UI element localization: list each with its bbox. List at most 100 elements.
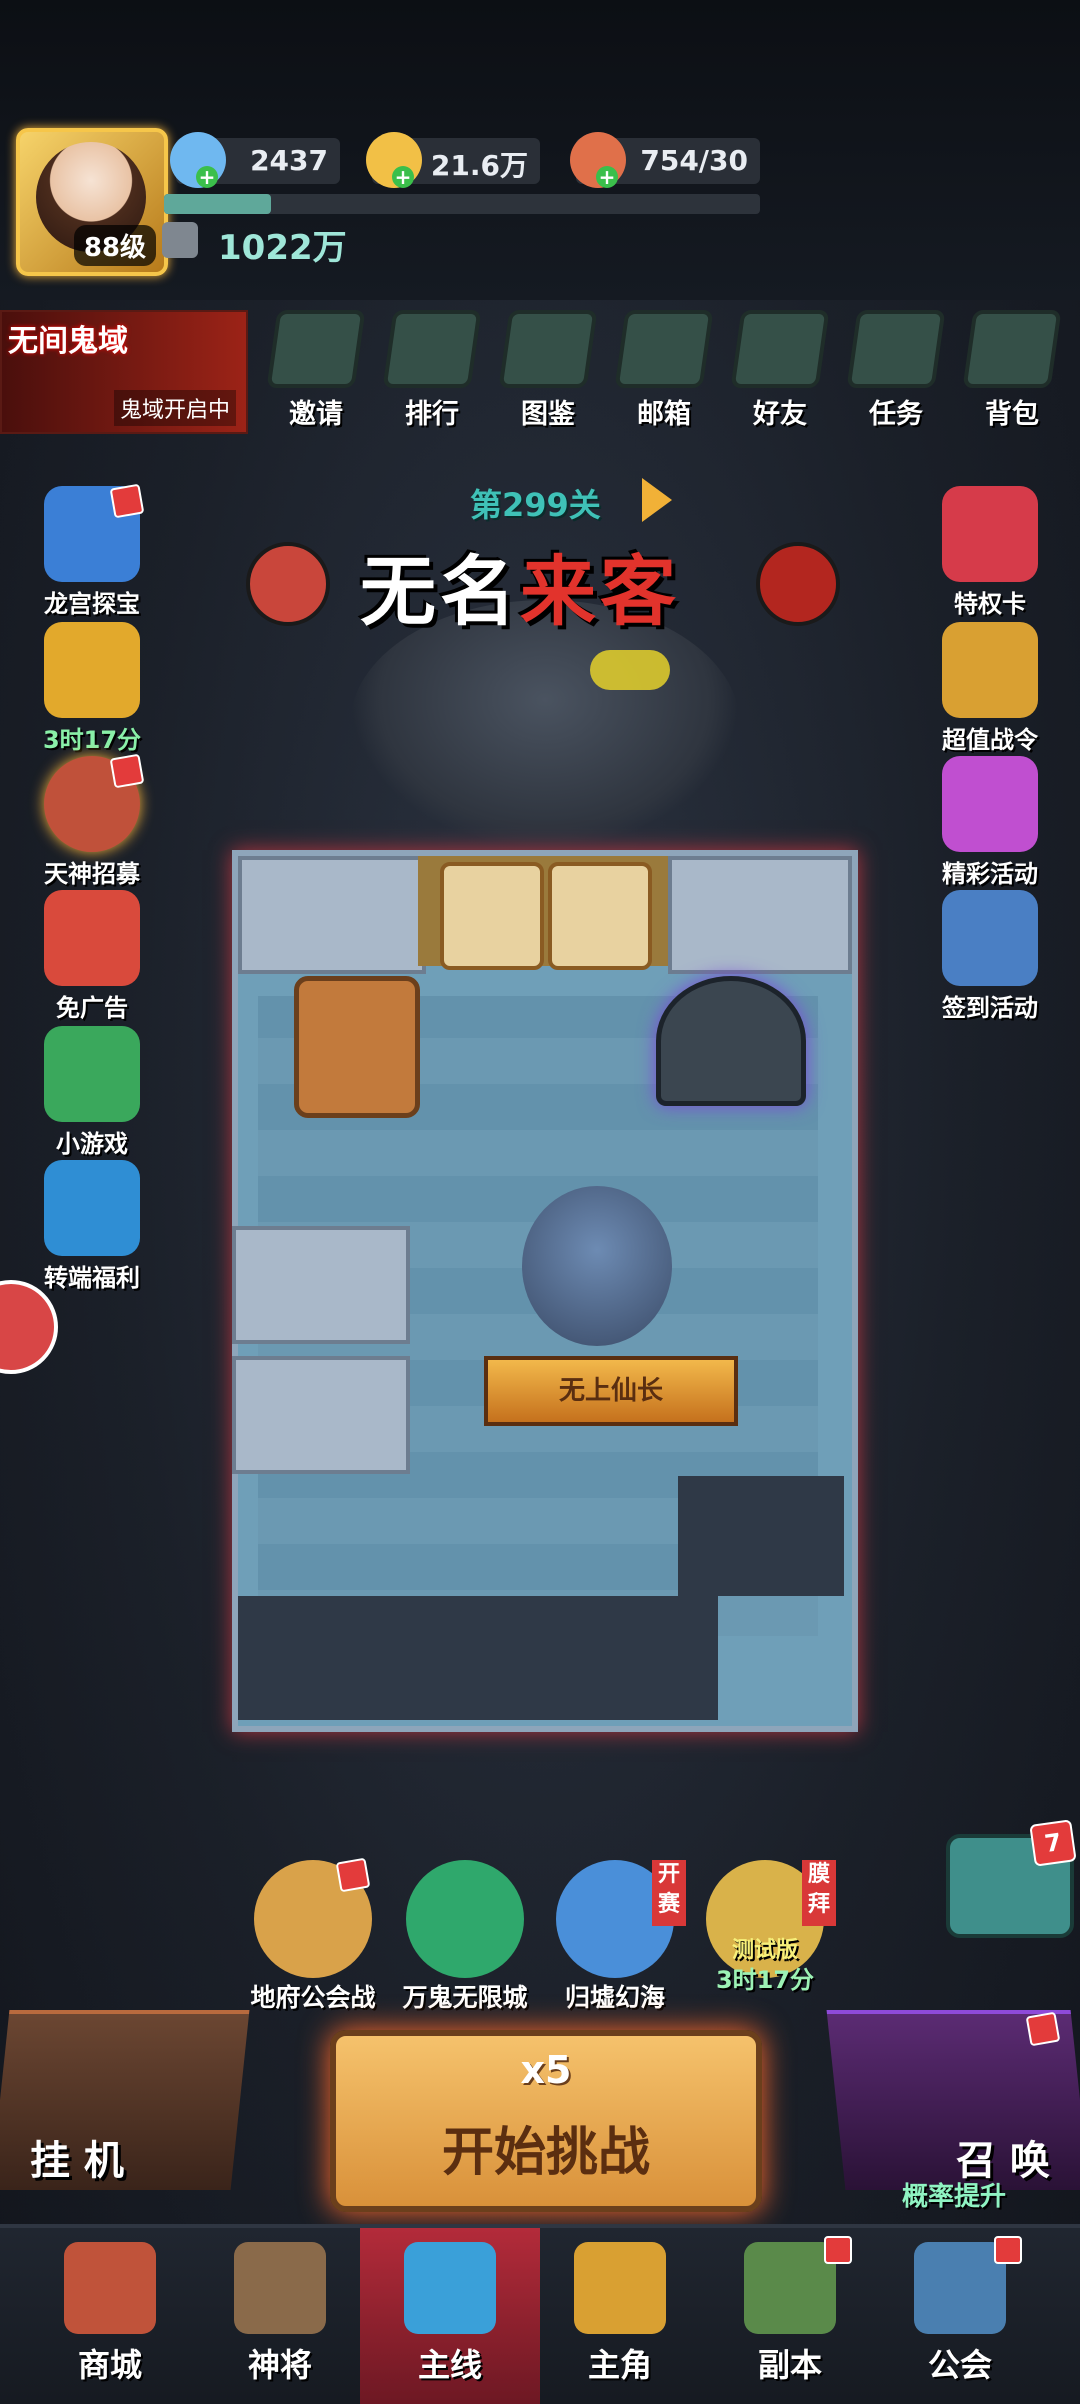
- side-checkin[interactable]: 签到活动: [920, 890, 1060, 1023]
- side-label: 免广告: [56, 994, 128, 1022]
- mode-tag: 膜拜: [802, 1860, 836, 1926]
- gold-counter[interactable]: + 21.6万: [366, 132, 540, 188]
- bunny-gate: [418, 856, 668, 970]
- side-label: 签到活动: [942, 994, 1038, 1022]
- tab-dungeon[interactable]: 副本: [700, 2228, 880, 2404]
- side-battle-pass[interactable]: 超值战令: [920, 622, 1060, 755]
- tab-label: 副本: [757, 2346, 822, 2384]
- mail-icon: [614, 310, 714, 388]
- tab-protagonist[interactable]: 主角: [530, 2228, 710, 2404]
- main-quest-icon: [404, 2242, 496, 2334]
- nav-label: 排行: [405, 399, 459, 430]
- nav-tasks[interactable]: 任务: [846, 310, 946, 430]
- mode-worship[interactable]: 膜拜 测试版 3时17分: [690, 1860, 840, 1994]
- idle-label: 挂 机: [30, 2138, 124, 2184]
- board-wall: [232, 1356, 410, 1474]
- nav-mail[interactable]: 邮箱: [614, 310, 714, 430]
- tab-label: 神将: [247, 2346, 312, 2384]
- gamepad-float-icon[interactable]: [0, 1280, 58, 1374]
- side-transfer-bonus[interactable]: 转端福利: [22, 1160, 162, 1293]
- side-dragon-palace[interactable]: 龙宫探宝: [22, 483, 162, 619]
- nav-label: 好友: [753, 399, 807, 430]
- board-wall: [238, 856, 426, 974]
- fortune-cat-statue[interactable]: [294, 976, 420, 1118]
- side-label: 小游戏: [56, 1130, 128, 1158]
- backpack-icon: [962, 310, 1062, 388]
- nav-label: 邮箱: [637, 399, 691, 430]
- golden-fish-icon: [44, 622, 140, 718]
- thumbs-up-icon[interactable]: [246, 542, 330, 626]
- gem-value: 2437: [250, 144, 328, 177]
- ghost-castle-icon: [406, 1860, 524, 1978]
- hero-title-plate: 无上仙长: [484, 1356, 738, 1426]
- battle-pass-icon: [942, 622, 1038, 718]
- checkin-icon: [942, 890, 1038, 986]
- tab-label: 主角: [587, 2346, 652, 2384]
- mode-abyss-sea[interactable]: 开赛 归墟幻海: [540, 1860, 690, 2014]
- gem-counter[interactable]: + 2437: [170, 132, 340, 188]
- stage-title: 无名来客: [360, 530, 680, 640]
- chat-count-badge: 7: [1029, 1819, 1077, 1867]
- hero-character[interactable]: [522, 1186, 672, 1346]
- tab-shop[interactable]: 商城: [20, 2228, 200, 2404]
- nav-invite[interactable]: 邀请: [266, 310, 366, 430]
- notification-badge: [335, 1857, 371, 1893]
- gold-add-icon: +: [392, 166, 414, 188]
- nav-label: 图鉴: [521, 399, 575, 430]
- board-pit: [678, 1476, 844, 1596]
- tab-generals[interactable]: 神将: [190, 2228, 370, 2404]
- side-timer: 3时17分: [42, 726, 142, 754]
- nav-label: 任务: [869, 399, 923, 430]
- devil-face-icon[interactable]: [756, 542, 840, 626]
- protagonist-icon: [574, 2242, 666, 2334]
- side-golden-fish[interactable]: 3时17分: [22, 622, 162, 755]
- nav-label: 背包: [985, 399, 1039, 430]
- nav-friends[interactable]: 好友: [730, 310, 830, 430]
- tab-main-quest[interactable]: 主线: [360, 2228, 540, 2404]
- cauldron-machine[interactable]: [656, 976, 806, 1106]
- transfer-bonus-icon: [44, 1160, 140, 1256]
- mode-label: 万鬼无限城: [402, 1983, 528, 2012]
- mode-label: 归墟幻海: [564, 1983, 665, 2012]
- generals-icon: [234, 2242, 326, 2334]
- hero-title: 无上仙长: [558, 1376, 663, 1406]
- side-events[interactable]: 精彩活动: [920, 756, 1060, 889]
- gold-value: 21.6万: [430, 149, 528, 182]
- nav-backpack[interactable]: 背包: [962, 310, 1062, 430]
- mode-ghost-castle[interactable]: 万鬼无限城: [390, 1860, 540, 2014]
- event-title: 无间鬼域: [8, 324, 128, 359]
- nav-codex[interactable]: 图鉴: [498, 310, 598, 430]
- side-minigame[interactable]: 小游戏: [22, 1026, 162, 1159]
- stamina-counter[interactable]: + 754/30: [570, 132, 760, 188]
- stage-title-white: 无名: [360, 547, 520, 636]
- tasks-icon: [846, 310, 946, 388]
- fist-power-icon: [162, 222, 198, 258]
- side-privilege-card[interactable]: 特权卡: [920, 486, 1060, 619]
- tab-label: 主线: [417, 2346, 482, 2384]
- notification-badge: [994, 2236, 1022, 2264]
- start-challenge-button[interactable]: x5 开始挑战: [330, 2030, 762, 2212]
- stage-number: 第299关: [470, 486, 601, 524]
- invite-icon: [266, 310, 366, 388]
- ranking-icon: [382, 310, 482, 388]
- mode-underworld-guild-war[interactable]: 地府公会战: [238, 1857, 388, 2014]
- tab-guild[interactable]: 公会: [870, 2228, 1050, 2404]
- experience-fill: [164, 194, 272, 214]
- nav-ranking[interactable]: 排行: [382, 310, 482, 430]
- gem-add-icon: +: [196, 166, 218, 188]
- nav-label: 邀请: [289, 399, 343, 430]
- game-board[interactable]: 无上仙长: [232, 850, 858, 1732]
- ghost-domain-event-banner[interactable]: 无间鬼域 鬼域开启中: [0, 310, 248, 434]
- codex-icon: [498, 310, 598, 388]
- guild-icon: [914, 2242, 1006, 2334]
- player-level: 88级: [73, 225, 156, 266]
- player-avatar[interactable]: 88级: [16, 128, 168, 276]
- side-god-recruit[interactable]: 天神招募: [22, 753, 162, 889]
- notification-badge: [109, 483, 145, 519]
- mode-label: 地府公会战: [250, 1983, 376, 2012]
- experience-bar: [164, 194, 760, 214]
- boss-eyes: [590, 650, 670, 690]
- bunny-statue: [548, 862, 652, 970]
- event-subtitle: 鬼域开启中: [113, 390, 236, 426]
- side-no-ads[interactable]: 免广告: [22, 890, 162, 1023]
